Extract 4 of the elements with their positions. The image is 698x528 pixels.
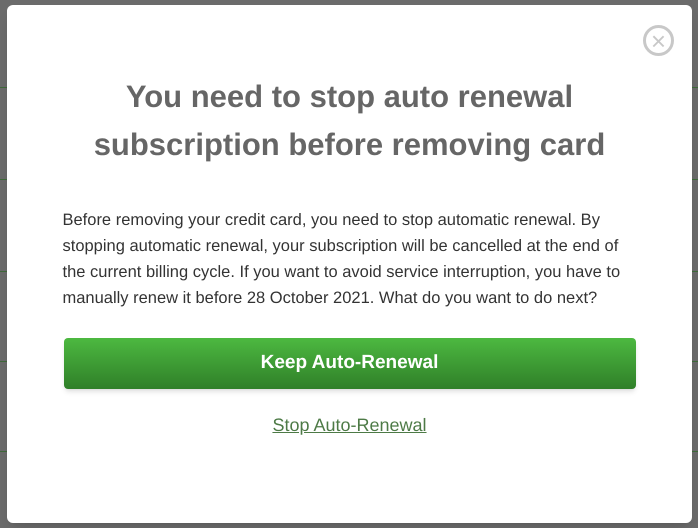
dialog-message: Before removing your credit card, you need to stop automatic renewal. By stopping automatic renewal, your subscription will be cancelled at the end of the current billing cycle. If you want to avoid service interruption, you have to manually renew it before 28 October 2021. What do you want to do next? xyxy=(62,210,622,309)
keep-auto-renewal-button[interactable]: Keep Auto-Renewal xyxy=(64,338,636,389)
stop-auto-renewal-link[interactable]: Stop Auto-Renewal xyxy=(272,412,427,439)
dialog-title: You need to stop auto renewal subscription before removing card xyxy=(92,78,606,164)
